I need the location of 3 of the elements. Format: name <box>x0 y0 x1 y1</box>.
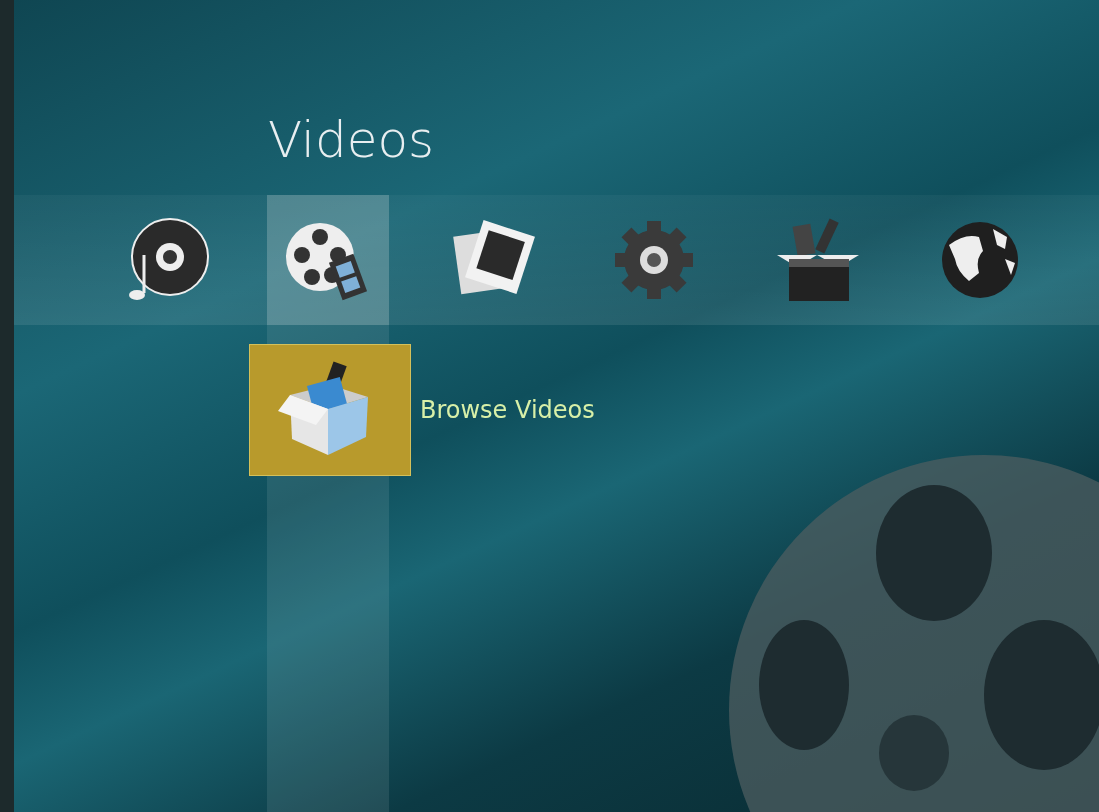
menu-item-label: Browse Videos <box>420 395 595 426</box>
section-title: Videos <box>267 110 436 171</box>
category-tile[interactable] <box>267 195 389 325</box>
